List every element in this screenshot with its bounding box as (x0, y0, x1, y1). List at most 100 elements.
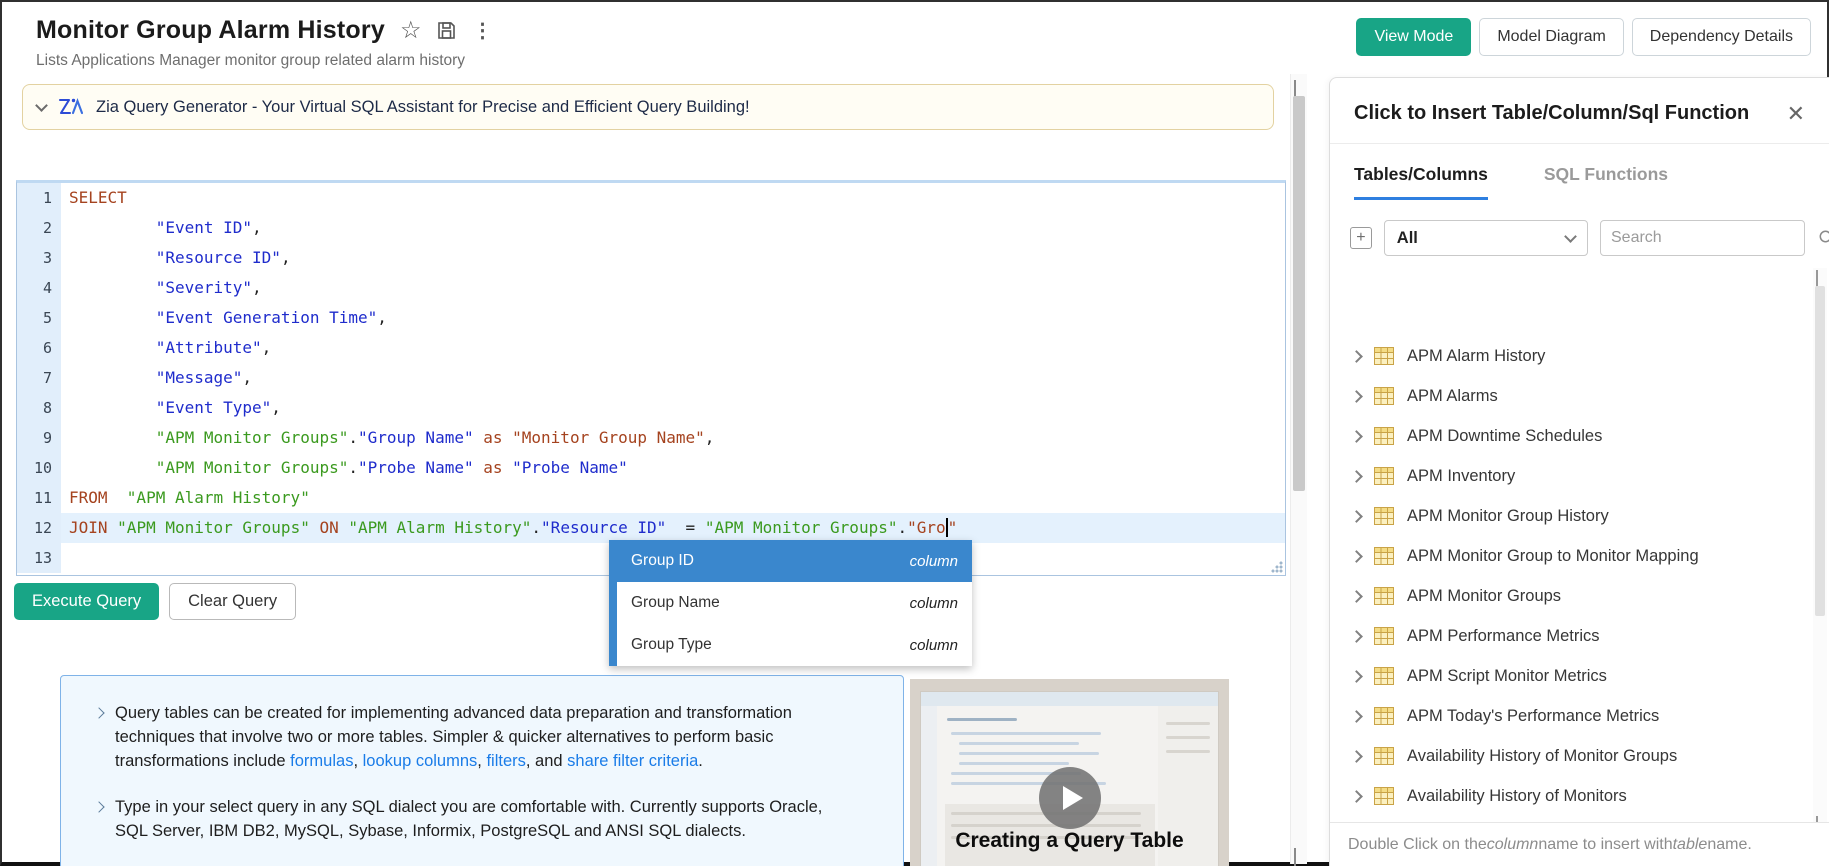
main-scrollbar[interactable] (1290, 74, 1307, 866)
table-item-apm-alarm-history[interactable]: APM Alarm History (1330, 336, 1811, 376)
table-name[interactable]: APM Performance Metrics (1407, 627, 1600, 646)
chevron-down-icon[interactable] (35, 98, 48, 112)
table-icon (1374, 747, 1394, 765)
search-input[interactable] (1611, 229, 1818, 247)
line-number: 4 (17, 273, 61, 303)
table-name[interactable]: APM Monitor Groups (1407, 587, 1561, 606)
code-line-8[interactable]: 8 "Event Type", (17, 393, 1285, 423)
table-item-apm-monitor-group-history[interactable]: APM Monitor Group History (1330, 496, 1811, 536)
table-name[interactable]: APM Script Monitor Metrics (1407, 667, 1607, 686)
link-share-filter-criteria[interactable]: share filter criteria (567, 752, 698, 770)
table-name[interactable]: APM Inventory (1407, 467, 1515, 486)
table-item-apm-script-monitor-metrics[interactable]: APM Script Monitor Metrics (1330, 656, 1811, 696)
suggestion-name: Group Type (631, 636, 712, 653)
scroll-down-arrow[interactable] (1294, 848, 1304, 866)
scroll-up-arrow[interactable] (1294, 80, 1304, 99)
star-icon[interactable]: ☆ (400, 18, 422, 43)
table-item-apm-downtime-schedules[interactable]: APM Downtime Schedules (1330, 416, 1811, 456)
table-name[interactable]: Availability History of Monitor Groups (1407, 747, 1677, 766)
model-diagram-button[interactable]: Model Diagram (1479, 18, 1624, 56)
code-line-9[interactable]: 9 "APM Monitor Groups"."Group Name" as "… (17, 423, 1285, 453)
code-line-3[interactable]: 3 "Resource ID", (17, 243, 1285, 273)
execute-query-button[interactable]: Execute Query (14, 583, 160, 620)
info-bullet-1: Query tables can be created for implemen… (93, 702, 873, 774)
autocomplete-item-group-id[interactable]: Group ID column (609, 540, 972, 582)
expand-chevron-icon[interactable] (1350, 429, 1363, 443)
line-number: 5 (17, 303, 61, 333)
code-line-12[interactable]: 12 JOIN "APM Monitor Groups" ON "APM Alar… (17, 513, 1285, 543)
table-name[interactable]: APM Alarms (1407, 387, 1498, 406)
expand-chevron-icon[interactable] (1350, 389, 1363, 403)
search-icon (1818, 229, 1829, 247)
table-icon (1374, 427, 1394, 445)
insert-side-panel: Click to Insert Table/Column/Sql Functio… (1329, 77, 1829, 866)
table-item-apm-monitor-groups[interactable]: APM Monitor Groups (1330, 576, 1811, 616)
view-mode-button[interactable]: View Mode (1356, 18, 1472, 56)
code-line-11[interactable]: 11 FROM "APM Alarm History" (17, 483, 1285, 513)
table-name[interactable]: APM Monitor Group to Monitor Mapping (1407, 547, 1699, 566)
table-item-apm-inventory[interactable]: APM Inventory (1330, 456, 1811, 496)
table-icon (1374, 507, 1394, 525)
table-item-apm-monitor-group-to-monitor-mapping[interactable]: APM Monitor Group to Monitor Mapping (1330, 536, 1811, 576)
tab-sql-functions[interactable]: SQL Functions (1544, 164, 1668, 200)
expand-chevron-icon[interactable] (1350, 509, 1363, 523)
expand-chevron-icon[interactable] (1350, 749, 1363, 763)
table-item-apm-alarms[interactable]: APM Alarms (1330, 376, 1811, 416)
expand-chevron-icon[interactable] (1350, 669, 1363, 683)
expand-chevron-icon[interactable] (1350, 629, 1363, 643)
table-item-apm-performance-metrics[interactable]: APM Performance Metrics (1330, 616, 1811, 656)
play-icon[interactable] (1038, 767, 1101, 829)
table-item-availability-history-of-monitor-groups[interactable]: Availability History of Monitor Groups (1330, 736, 1811, 776)
page-title: Monitor Group Alarm History (36, 16, 385, 44)
table-item-availability-status-history-of-monitor-groups[interactable]: Availability Status History of Monitor G… (1330, 816, 1811, 820)
link-lookup-columns[interactable]: lookup columns (363, 752, 478, 770)
line-number: 3 (17, 243, 61, 273)
table-name[interactable]: APM Today's Performance Metrics (1407, 707, 1659, 726)
expand-all-icon[interactable]: + (1350, 227, 1372, 249)
table-filter-select[interactable]: All (1383, 220, 1588, 256)
autocomplete-item-group-type[interactable]: Group Type column (617, 624, 972, 666)
autocomplete-item-group-name[interactable]: Group Name column (617, 582, 972, 624)
close-icon[interactable]: ✕ (1787, 102, 1805, 125)
scrollbar-thumb[interactable] (1815, 286, 1825, 616)
table-name[interactable]: APM Monitor Group History (1407, 507, 1609, 526)
table-name[interactable]: APM Alarm History (1407, 347, 1545, 366)
resize-grip[interactable] (1270, 560, 1283, 573)
expand-chevron-icon[interactable] (1350, 349, 1363, 363)
code-line-10[interactable]: 10 "APM Monitor Groups"."Probe Name" as … (17, 453, 1285, 483)
clear-query-button[interactable]: Clear Query (169, 583, 297, 620)
code-line-5[interactable]: 5 "Event Generation Time", (17, 303, 1285, 333)
table-name[interactable]: Availability History of Monitors (1407, 787, 1627, 806)
table-item-apm-today-s-performance-metrics[interactable]: APM Today's Performance Metrics (1330, 696, 1811, 736)
page-header: Monitor Group Alarm History ☆ ⋮ Lists Ap… (36, 16, 492, 70)
kebab-menu-icon[interactable]: ⋮ (472, 18, 492, 43)
code-line-7[interactable]: 7 "Message", (17, 363, 1285, 393)
search-box[interactable] (1600, 220, 1829, 256)
code-line-2[interactable]: 2 "Event ID", (17, 213, 1285, 243)
table-icon (1374, 707, 1394, 725)
table-icon (1374, 467, 1394, 485)
tab-tables-columns[interactable]: Tables/Columns (1354, 164, 1488, 200)
code-line-1[interactable]: 1 SELECT (17, 183, 1285, 213)
table-name[interactable]: APM Downtime Schedules (1407, 427, 1602, 446)
panel-scrollbar[interactable] (1813, 268, 1827, 835)
suggestion-type: column (909, 552, 958, 570)
expand-chevron-icon[interactable] (1350, 549, 1363, 563)
scroll-up-arrow[interactable] (1816, 270, 1826, 289)
expand-chevron-icon[interactable] (1350, 789, 1363, 803)
expand-chevron-icon[interactable] (1350, 709, 1363, 723)
table-item-availability-history-of-monitors[interactable]: Availability History of Monitors (1330, 776, 1811, 816)
code-line-6[interactable]: 6 "Attribute", (17, 333, 1285, 363)
expand-chevron-icon[interactable] (1350, 469, 1363, 483)
link-formulas[interactable]: formulas (290, 752, 353, 770)
save-icon[interactable] (436, 20, 457, 41)
zia-banner[interactable]: Zia Query Generator - Your Virtual SQL A… (22, 84, 1274, 130)
scrollbar-thumb[interactable] (1293, 96, 1305, 491)
video-thumbnail[interactable]: Creating a Query Table (910, 679, 1229, 866)
link-filters[interactable]: filters (486, 752, 525, 770)
dependency-details-button[interactable]: Dependency Details (1631, 18, 1811, 56)
suggestion-name: Group Name (631, 594, 720, 611)
sql-editor[interactable]: 1 SELECT 2 "Event ID", 3 "Resource ID", 4 "S… (16, 180, 1286, 576)
expand-chevron-icon[interactable] (1350, 589, 1363, 603)
code-line-4[interactable]: 4 "Severity", (17, 273, 1285, 303)
